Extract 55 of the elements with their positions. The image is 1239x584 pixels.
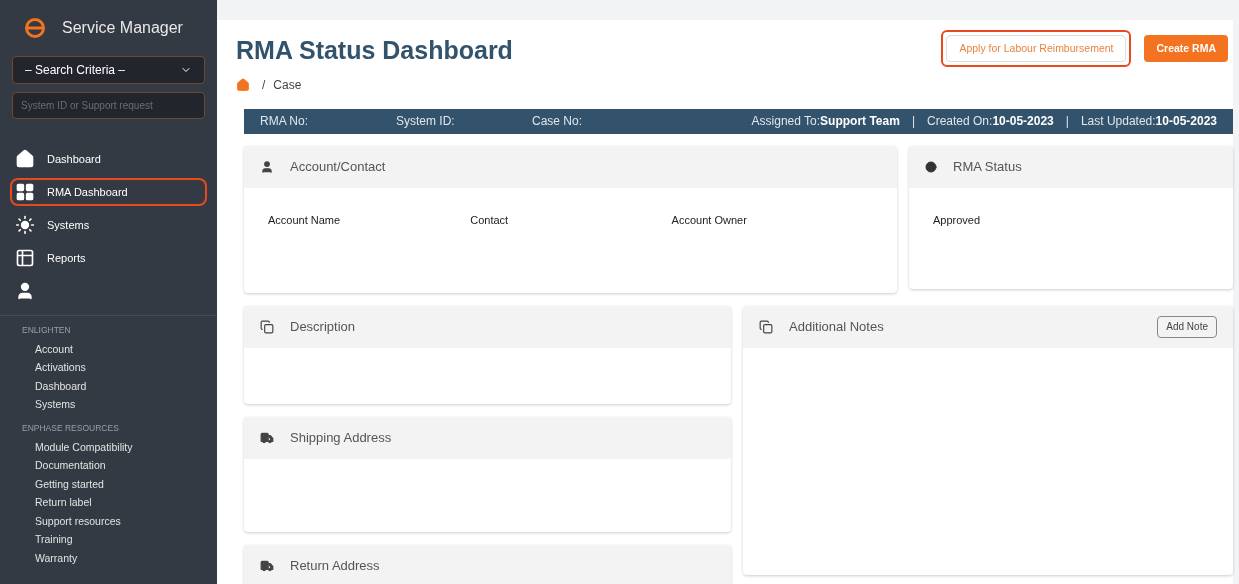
table-icon bbox=[15, 248, 35, 268]
breadcrumb-item[interactable]: Case bbox=[273, 75, 302, 94]
truck-icon bbox=[260, 430, 274, 445]
search-field[interactable]: System ID or Support request bbox=[12, 92, 205, 119]
status-value: Approved bbox=[932, 212, 982, 228]
breadcrumb-separator: / bbox=[262, 76, 266, 94]
sidebar-link[interactable]: Account bbox=[22, 339, 195, 359]
sidebar-link[interactable]: Getting started bbox=[22, 474, 195, 493]
user-icon bbox=[260, 159, 274, 174]
page-title: RMA Status Dashboard bbox=[236, 35, 513, 66]
brand-title: Service Manager bbox=[62, 18, 183, 38]
nav-item[interactable]: Dashboard bbox=[12, 147, 205, 171]
info-label: Case No: bbox=[532, 113, 584, 130]
home-icon[interactable] bbox=[236, 77, 250, 92]
copy-icon bbox=[759, 319, 773, 334]
user-icon bbox=[15, 281, 35, 301]
sidebar-link[interactable]: Return label bbox=[22, 493, 195, 512]
add-note-button[interactable]: Add Note bbox=[1157, 315, 1217, 338]
field-label: Contact bbox=[470, 212, 510, 228]
info-label: RMA No: bbox=[260, 113, 309, 130]
field-label: Account Owner bbox=[671, 212, 748, 228]
sidebar-link[interactable]: Activations bbox=[22, 358, 195, 377]
card-title: Return Address bbox=[290, 556, 380, 575]
home-icon bbox=[15, 149, 35, 169]
search-criteria-dropdown[interactable]: – Search Criteria – bbox=[12, 56, 205, 84]
section-heading: ENPHASE RESOURCES bbox=[22, 421, 120, 435]
separator: | bbox=[911, 113, 915, 130]
logo-icon bbox=[24, 17, 46, 39]
nav-item[interactable]: Systems bbox=[12, 213, 205, 237]
info-field: Assigned To:Support Team bbox=[751, 112, 900, 130]
card-title: Additional Notes bbox=[789, 317, 884, 336]
card-title: Description bbox=[290, 317, 356, 336]
info-label: System ID: bbox=[396, 113, 456, 130]
copy-icon bbox=[260, 319, 274, 334]
card-title: RMA Status bbox=[953, 157, 1022, 176]
info-field: Created On:10-05-2023 bbox=[927, 112, 1054, 130]
field-label: Account Name bbox=[268, 212, 342, 228]
nav-item[interactable]: RMA Dashboard bbox=[12, 180, 205, 204]
sun-icon bbox=[15, 215, 35, 235]
sidebar-link[interactable]: Support resources bbox=[22, 511, 195, 530]
dot-icon bbox=[925, 160, 937, 173]
sidebar-link[interactable]: Warranty bbox=[22, 548, 195, 567]
sidebar-link[interactable]: Documentation bbox=[22, 456, 195, 475]
grid-icon bbox=[15, 182, 35, 202]
separator: | bbox=[1065, 113, 1069, 130]
section-heading: ENLIGHTEN bbox=[22, 324, 72, 337]
sidebar-link[interactable]: Training bbox=[22, 530, 195, 549]
sidebar-link[interactable]: Dashboard bbox=[22, 376, 195, 396]
info-field: Last Updated:10-05-2023 bbox=[1080, 112, 1217, 130]
card-title: Account/Contact bbox=[290, 157, 386, 176]
nav-item[interactable]: Reports bbox=[12, 246, 205, 270]
sidebar-link[interactable]: Systems bbox=[22, 395, 195, 414]
card-title: Shipping Address bbox=[290, 428, 392, 447]
sidebar-link[interactable]: Module Compatibility bbox=[22, 437, 195, 456]
truck-icon bbox=[260, 558, 274, 573]
